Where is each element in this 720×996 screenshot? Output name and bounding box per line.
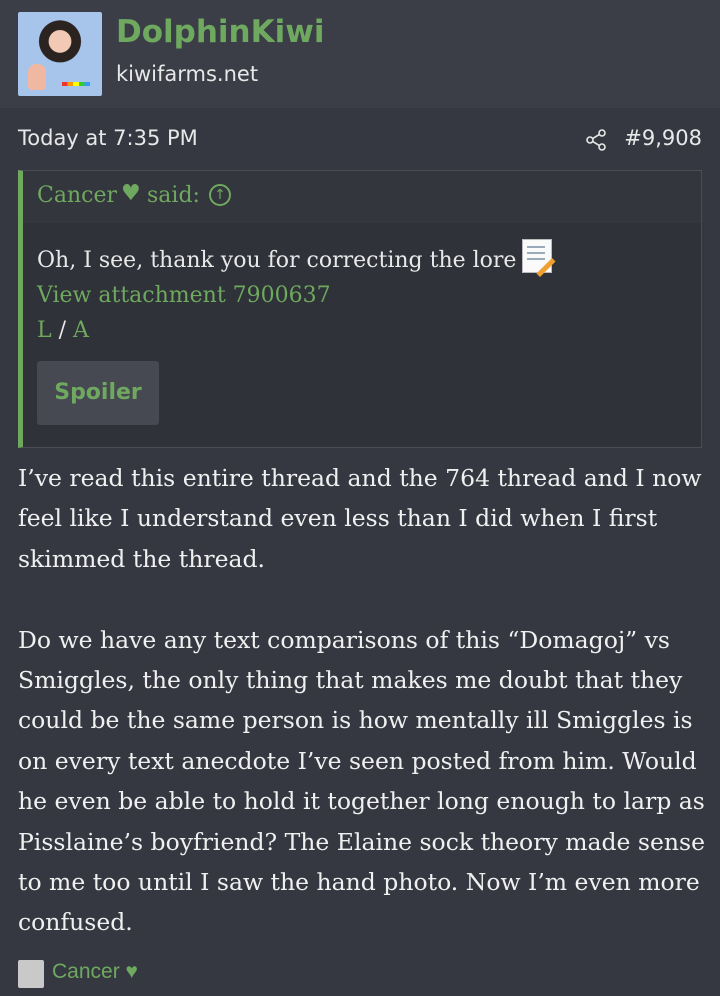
avatar-hand-graphic <box>28 64 46 90</box>
quote-text: Oh, I see, thank you for correcting the … <box>37 248 517 273</box>
post-paragraph: Do we have any text comparisons of this … <box>18 625 705 937</box>
username-link[interactable]: DolphinKiwi <box>116 14 325 50</box>
post-timestamp[interactable]: Today at 7:35 PM <box>18 126 198 150</box>
post-meta-bar: Today at 7:35 PM #9,908 <box>18 126 702 156</box>
share-icon[interactable] <box>584 128 608 152</box>
reaction-user-link[interactable]: Cancer ♥ <box>52 960 138 984</box>
view-attachment-link[interactable]: View attachment 7900637 <box>37 283 331 308</box>
link-l[interactable]: L <box>37 318 52 343</box>
post-header: DolphinKiwi kiwifarms.net <box>0 0 720 108</box>
user-avatar[interactable] <box>18 12 102 96</box>
post-paragraph: I’ve read this entire thread and the 764… <box>18 464 702 573</box>
post-body: I’ve read this entire thread and the 764… <box>18 458 708 943</box>
user-site-title: kiwifarms.net <box>116 62 259 86</box>
quote-block: Cancer ♥ said: ↑ Oh, I see, thank you fo… <box>18 170 702 448</box>
link-a[interactable]: A <box>73 318 89 343</box>
arrow-up-circle-icon[interactable]: ↑ <box>209 184 231 206</box>
avatar-rainbow-graphic <box>62 82 90 86</box>
post-number-link[interactable]: #9,908 <box>624 126 702 150</box>
link-separator: / <box>58 318 67 343</box>
quote-header: Cancer ♥ said: ↑ <box>23 171 701 223</box>
spoiler-button[interactable]: Spoiler <box>37 361 159 425</box>
reaction-user-avatar-icon <box>18 960 44 988</box>
quote-author-heart: ♥ <box>121 181 141 206</box>
quote-author-link[interactable]: Cancer <box>37 183 117 208</box>
quote-body: Oh, I see, thank you for correcting the … <box>23 223 701 348</box>
memo-emoji-icon <box>522 239 553 273</box>
quote-said-label: said: <box>147 183 200 208</box>
quote-text-line: Oh, I see, thank you for correcting the … <box>37 239 687 278</box>
